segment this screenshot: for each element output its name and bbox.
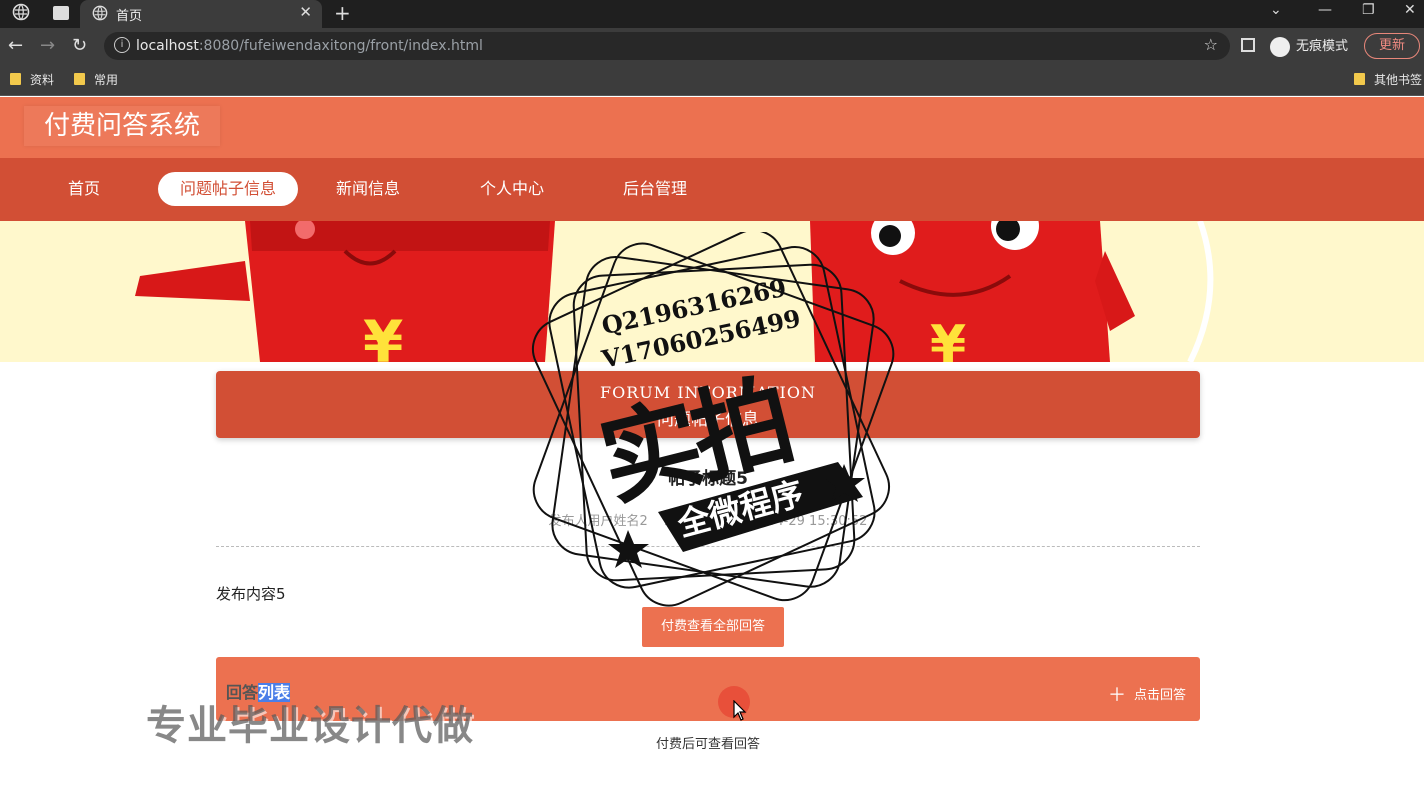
url-host: localhost [136,38,199,54]
browser-tabstrip: 首页 ✕ + ⌄ — ❐ ✕ [0,0,1424,28]
chevron-down-icon[interactable]: ⌄ [1270,2,1282,18]
update-button[interactable]: 更新 [1364,33,1420,59]
stamp-watermark: Q2196316269 V17060256499 实拍 全微程序 [518,232,910,612]
folder-icon [10,73,21,85]
tab-home[interactable]: 首页 ✕ [80,0,322,28]
close-icon[interactable]: ✕ [299,3,312,21]
bookmark-label: 常用 [94,73,119,87]
nav-admin[interactable]: 后台管理 [623,172,687,206]
info-icon[interactable]: i [114,37,130,53]
minimize-icon[interactable]: — [1318,2,1332,18]
bookmark-folder-changyong[interactable]: 常用 [74,71,118,88]
browser-toolbar: ← → ↻ i localhost:8080/fufeiwendaxitong/… [0,28,1424,64]
folder-icon [1354,73,1365,85]
other-bookmarks[interactable]: 其他书签 [1354,71,1422,88]
bookmark-star-icon[interactable]: ☆ [1204,35,1218,54]
incognito-label: 无痕模式 [1296,39,1349,54]
post-content: 发布内容5 [216,585,286,603]
globe-icon[interactable] [12,3,30,25]
address-bar[interactable]: i localhost:8080/fufeiwendaxitong/front/… [104,32,1230,60]
bookmark-label: 资料 [30,73,55,87]
site-title[interactable]: 付费问答系统 [24,106,221,146]
mouse-pointer-icon [733,700,747,721]
svg-text:¥: ¥ [363,308,403,362]
nav-news[interactable]: 新闻信息 [336,172,400,206]
add-answer-label: 点击回答 [1133,688,1186,703]
svg-text:¥: ¥ [930,315,966,362]
incognito-icon [1270,36,1290,57]
globe-icon [92,5,108,25]
new-tab-plus-icon[interactable]: + [334,1,351,25]
add-answer-button[interactable]: ＋ 点击回答 [1108,681,1186,707]
nav-forum[interactable]: 问题帖子信息 [158,172,299,206]
pay-view-answers-button[interactable]: 付费查看全部回答 [642,607,784,647]
bookmark-folder-ziliao[interactable]: 资料 [10,71,54,88]
site-header: 付费问答系统 [0,97,1424,158]
reload-icon[interactable]: ↻ [72,35,87,56]
url-path: :8080/fufeiwendaxitong/front/index.html [198,38,483,54]
watermark-text: 专业毕业设计代做 [146,703,474,749]
restore-icon[interactable]: ❐ [1362,2,1375,18]
main-nav: 首页 问题帖子信息 新闻信息 个人中心 后台管理 [0,158,1424,221]
nav-home[interactable]: 首页 [68,172,100,206]
close-window-icon[interactable]: ✕ [1404,2,1416,18]
back-arrow-icon[interactable]: ← [8,35,23,56]
folder-icon [74,73,85,85]
tab-overview-icon[interactable] [52,5,70,27]
url-text[interactable]: localhost:8080/fufeiwendaxitong/front/in… [136,38,483,54]
bookmarks-bar: 资料 常用 其他书签 [0,64,1424,96]
tab-title: 首页 [116,9,143,24]
plus-icon: ＋ [1107,685,1126,706]
forward-arrow-icon[interactable]: → [40,35,55,56]
bookmark-label: 其他书签 [1374,73,1423,87]
nav-profile[interactable]: 个人中心 [480,172,544,206]
incognito-indicator[interactable]: 无痕模式 [1270,35,1348,57]
sidepanel-icon[interactable] [1241,38,1255,52]
